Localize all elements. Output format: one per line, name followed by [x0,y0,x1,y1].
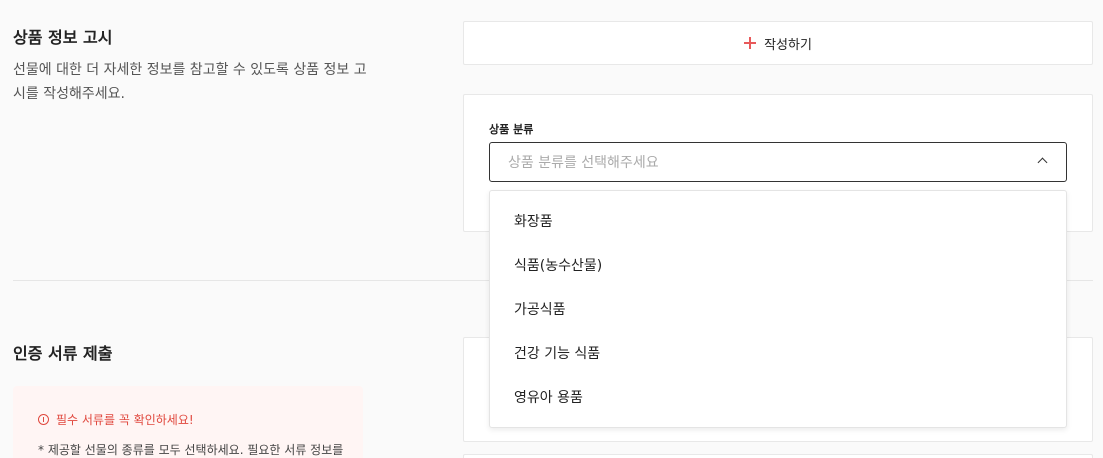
category-option-health-food[interactable]: 건강 기능 식품 [490,331,1066,375]
category-option-agricultural-food[interactable]: 식품(농수산물) [490,243,1066,287]
category-select[interactable]: 상품 분류를 선택해주세요 [489,142,1067,182]
chevron-up-icon [1037,157,1048,168]
product-info-description-line1: 선물에 대한 더 자세한 정보를 참고할 수 있도록 상품 정보 고 [13,62,367,78]
category-option-cosmetics[interactable]: 화장품 [490,199,1066,243]
warning-icon [38,414,49,425]
required-documents-alert: 필수 서류를 꼭 확인하세요! * 제공할 선물의 종류를 모두 선택하세요. … [13,386,363,458]
category-option-baby-products[interactable]: 영유아 용품 [490,375,1066,419]
product-info-description-line2: 시를 작성해주세요. [13,86,125,102]
alert-title-row: 필수 서류를 꼭 확인하세요! [38,411,194,428]
certification-title: 인증 서류 제출 [13,344,113,363]
product-info-title: 상품 정보 고시 [13,28,113,47]
alert-title: 필수 서류를 꼭 확인하세요! [56,413,194,427]
category-placeholder: 상품 분류를 선택해주세요 [508,155,659,171]
alert-body: * 제공할 선물의 종류를 모두 선택하세요. 필요한 서류 정보를 [38,443,344,457]
plus-icon [744,37,757,49]
write-product-info-button[interactable]: 작성하기 [463,21,1093,65]
category-dropdown: 화장품 식품(농수산물) 가공식품 건강 기능 식품 영유아 용품 [489,190,1067,428]
write-button-label: 작성하기 [764,37,812,53]
category-option-processed-food[interactable]: 가공식품 [490,287,1066,331]
category-label: 상품 분류 [489,123,534,136]
certification-card-next [463,454,1093,458]
product-info-description: 선물에 대한 더 자세한 정보를 참고할 수 있도록 상품 정보 고 시를 작성… [13,58,373,106]
